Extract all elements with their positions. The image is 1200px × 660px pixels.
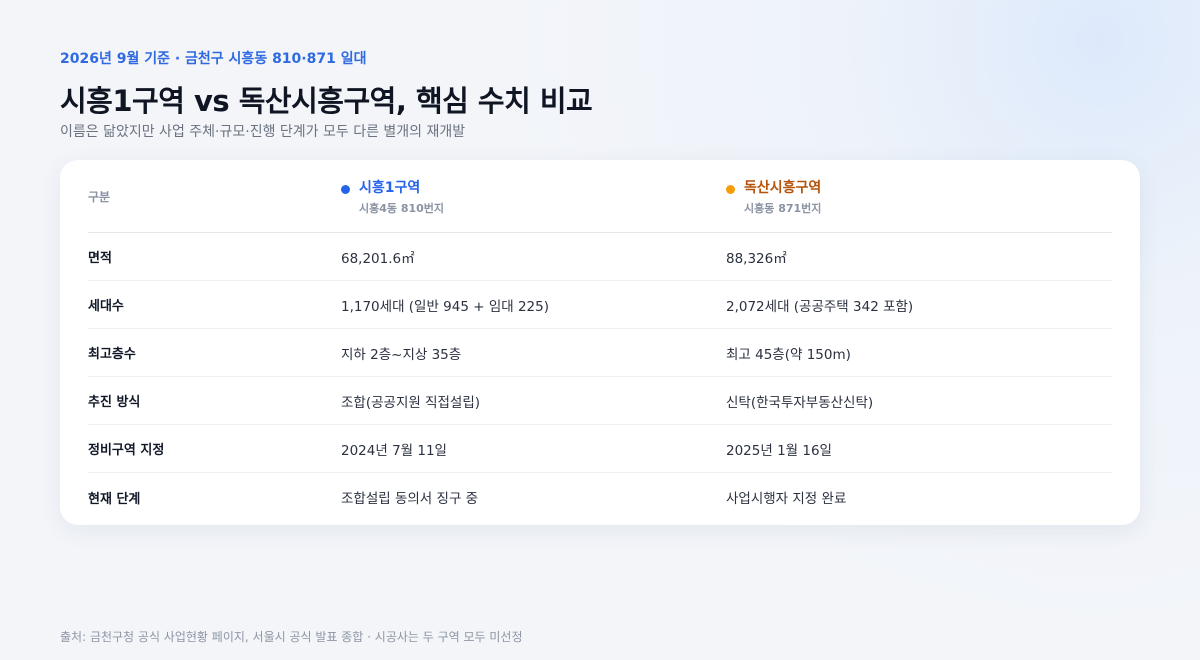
- row-label: 정비구역 지정: [88, 443, 165, 458]
- siheung1-dot-icon: [341, 184, 350, 194]
- category-header: 구분: [88, 189, 111, 204]
- table-header-row: 구분 시흥1구역 시흥4동 810번지 독산시흥구역 시흥동 871번지: [88, 160, 1112, 233]
- doksan-siheung-value: 사업시행자 지정 완료: [726, 491, 847, 507]
- table-row: 세대수 1,170세대 (일반 945 + 임대 225) 2,072세대 (공…: [88, 281, 1112, 329]
- row-label: 현재 단계: [88, 491, 141, 507]
- table-row: 현재 단계 조합설립 동의서 징구 중 사업시행자 지정 완료: [88, 473, 1112, 521]
- entity-name: 독산시흥구역: [744, 179, 822, 196]
- comparison-table: 구분 시흥1구역 시흥4동 810번지 독산시흥구역 시흥동 871번지 면적: [60, 160, 1140, 525]
- doksan-siheung-value: 신탁(한국투자부동산신탁): [726, 394, 874, 411]
- row-label: 추진 방식: [88, 395, 141, 410]
- siheung1-value: 1,170세대 (일반 945 + 임대 225): [341, 298, 550, 315]
- row-label: 최고층수: [88, 347, 136, 362]
- page-title: 시흥1구역 vs 독산시흥구역, 핵심 수치 비교: [60, 84, 593, 118]
- table-row: 면적 68,201.6㎡ 88,326㎡: [88, 233, 1112, 281]
- entity-name: 시흥1구역: [359, 179, 421, 196]
- row-label: 세대수: [88, 299, 124, 314]
- siheung1-value: 조합설립 동의서 징구 중: [341, 491, 479, 507]
- row-label: 면적: [88, 251, 112, 266]
- entity-address: 시흥4동 810번지: [359, 201, 445, 215]
- siheung1-value: 68,201.6㎡: [341, 250, 415, 267]
- doksan-siheung-value: 2025년 1월 16일: [726, 442, 832, 459]
- table-row: 추진 방식 조합(공공지원 직접설립) 신탁(한국투자부동산신탁): [88, 377, 1112, 425]
- entity-header-doksan-siheung: 독산시흥구역 시흥동 871번지: [726, 177, 821, 216]
- source-note: 출처: 금천구청 공식 사업현황 페이지, 서울시 공식 발표 종합 · 시공사…: [60, 630, 523, 644]
- doksan-siheung-value: 2,072세대 (공공주택 342 포함): [726, 298, 914, 315]
- page-kicker: 2026년 9월 기준 · 금천구 시흥동 810·871 일대: [60, 51, 367, 67]
- table-row: 최고층수 지하 2층~지상 35층 최고 45층(약 150m): [88, 329, 1112, 377]
- table-row: 정비구역 지정 2024년 7월 11일 2025년 1월 16일: [88, 425, 1112, 473]
- page-subtitle: 이름은 닮았지만 사업 주체·규모·진행 단계가 모두 다른 별개의 재개발: [60, 124, 466, 140]
- siheung1-value: 지하 2층~지상 35층: [341, 346, 462, 363]
- siheung1-value: 2024년 7월 11일: [341, 442, 447, 459]
- siheung1-value: 조합(공공지원 직접설립): [341, 394, 481, 411]
- doksan-siheung-dot-icon: [726, 184, 735, 194]
- doksan-siheung-value: 88,326㎡: [726, 250, 787, 267]
- entity-address: 시흥동 871번지: [744, 201, 822, 215]
- entity-header-siheung1: 시흥1구역 시흥4동 810번지: [341, 177, 444, 216]
- doksan-siheung-value: 최고 45층(약 150m): [726, 346, 851, 363]
